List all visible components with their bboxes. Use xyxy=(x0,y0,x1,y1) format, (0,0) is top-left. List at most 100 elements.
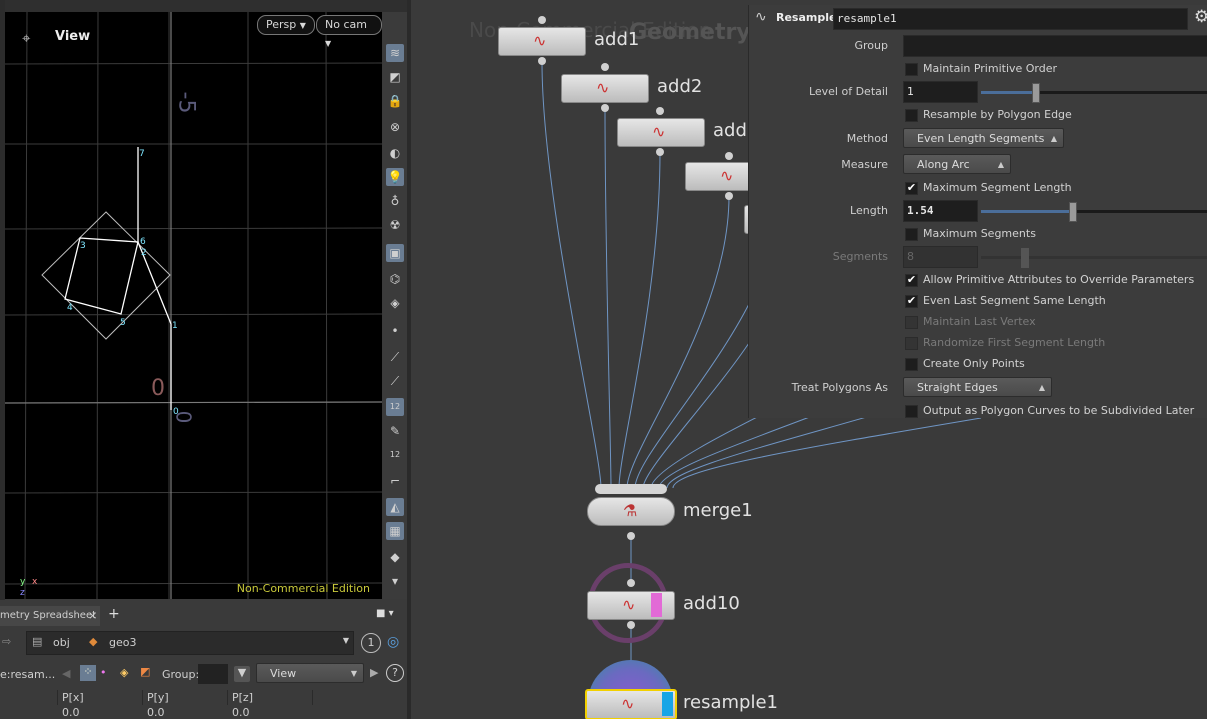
brush-icon[interactable]: ✎ xyxy=(386,422,404,440)
primitives-mode-icon[interactable]: ◈ xyxy=(120,666,128,679)
lod-slider-knob[interactable] xyxy=(1032,83,1040,103)
lod-slider[interactable] xyxy=(981,83,1207,103)
pin-badge[interactable]: 1 xyxy=(361,633,381,653)
length-field[interactable]: 1.54 xyxy=(903,200,978,222)
allow-prim-checkbox[interactable]: ✔ xyxy=(905,274,918,287)
group-field[interactable] xyxy=(903,35,1207,57)
corner-icon[interactable]: ⌐ xyxy=(386,472,404,490)
display-options-icon[interactable]: ≋ xyxy=(386,44,404,62)
lod-field[interactable]: 1 xyxy=(903,81,978,103)
play-icon[interactable]: ▶ xyxy=(370,666,378,679)
node-name-field[interactable]: resample1 xyxy=(833,8,1188,30)
node-output-dot[interactable] xyxy=(627,532,635,540)
length-slider[interactable] xyxy=(981,202,1207,222)
checker-icon[interactable]: ▦ xyxy=(386,522,404,540)
snapshot-icon[interactable]: ◩ xyxy=(386,68,404,86)
column-header[interactable]: P[x] xyxy=(58,690,143,705)
light-icon[interactable]: 💡 xyxy=(386,168,404,186)
scene-viewport[interactable]: ⌖ View Persp ▼ No cam ▼ -5 0 0 7 3 6 2 4… xyxy=(5,12,382,599)
node-input-dot[interactable] xyxy=(656,107,664,115)
length-slider-knob[interactable] xyxy=(1069,202,1077,222)
nav-arrow-icon[interactable]: ⇨ xyxy=(2,635,11,648)
vertices-mode-icon[interactable]: • xyxy=(100,666,107,679)
path-geo[interactable]: geo3 xyxy=(109,636,136,649)
texture-icon[interactable]: ▣ xyxy=(386,244,404,262)
node-merge1[interactable]: ⚗ xyxy=(587,497,675,526)
link-icon[interactable]: ◎ xyxy=(387,634,399,650)
persp-dropdown[interactable]: Persp ▼ xyxy=(257,15,315,35)
close-icon[interactable]: × xyxy=(88,609,97,622)
max-segments-checkbox[interactable] xyxy=(905,228,918,241)
node-label-add10[interactable]: add10 xyxy=(683,593,740,614)
node-output-dot[interactable] xyxy=(538,57,546,65)
prim-numbers-icon[interactable]: 12 xyxy=(386,446,404,464)
max-seg-len-checkbox[interactable]: ✔ xyxy=(905,182,918,195)
wireframe-icon[interactable]: ⌬ xyxy=(386,270,404,288)
lock-icon[interactable]: 🔒 xyxy=(386,92,404,110)
maintain-order-checkbox[interactable] xyxy=(905,63,918,76)
add-tab-button[interactable]: + xyxy=(108,606,120,622)
segments-slider-knob xyxy=(1021,248,1029,268)
column-header[interactable]: P[z] xyxy=(228,690,313,705)
detail-mode-icon[interactable]: ◩ xyxy=(140,665,150,678)
node-input-dot[interactable] xyxy=(725,152,733,160)
template-flag[interactable] xyxy=(651,593,662,617)
pane-menu-icon[interactable]: ■ ▾ xyxy=(376,608,394,619)
point-number: 2 xyxy=(141,248,147,258)
output-curves-checkbox[interactable] xyxy=(905,405,918,418)
bulb-icon[interactable]: ♁ xyxy=(386,192,404,210)
ghost-icon[interactable]: ⊗ xyxy=(386,118,404,136)
prev-arrow-icon[interactable]: ◀ xyxy=(62,667,70,680)
updown-arrow-icon: ▲ xyxy=(997,160,1004,169)
merge-input-bar[interactable] xyxy=(595,484,667,494)
create-points-checkbox[interactable] xyxy=(905,358,918,371)
backface-icon[interactable]: ◭ xyxy=(386,498,404,516)
treat-menu[interactable]: Straight Edges ▲ xyxy=(903,377,1052,397)
node-output-dot[interactable] xyxy=(656,148,664,156)
node-output-dot[interactable] xyxy=(627,621,635,629)
filter-icon[interactable]: ▼ xyxy=(234,666,250,682)
node-input-dot[interactable] xyxy=(601,63,609,71)
gear-icon[interactable]: ⚙ xyxy=(1194,7,1207,27)
node-resample1[interactable]: ∿ xyxy=(585,689,677,719)
prim-numbers-label: 12 xyxy=(389,450,401,459)
template-icon[interactable]: ◈ xyxy=(386,294,404,312)
path-obj[interactable]: obj xyxy=(53,636,70,649)
node-output-dot[interactable] xyxy=(601,104,609,112)
randomize-label: Randomize First Segment Length xyxy=(923,336,1106,349)
node-add3[interactable]: ∿ xyxy=(617,118,705,147)
camera-dropdown[interactable]: No cam ▼ xyxy=(316,15,382,48)
even-last-checkbox[interactable]: ✔ xyxy=(905,295,918,308)
shading-icon[interactable]: ◐ xyxy=(386,144,404,162)
diamond-icon[interactable]: ◆ xyxy=(386,548,404,566)
chevron-down-icon[interactable]: ▼ xyxy=(343,636,349,645)
node-input-dot[interactable] xyxy=(627,579,635,587)
display-flag[interactable] xyxy=(662,692,673,716)
method-menu[interactable]: Even Length Segments ▲ xyxy=(903,128,1064,148)
node-type-label: Resample xyxy=(776,11,837,24)
vector-display-icon[interactable]: ⟋ xyxy=(386,372,404,390)
normal-display-icon[interactable]: ⟋ xyxy=(386,348,404,366)
node-add10[interactable]: ∿ xyxy=(587,591,675,620)
node-label-add1[interactable]: add1 xyxy=(594,29,639,50)
more-icon[interactable]: ▾ xyxy=(386,572,404,590)
node-label-merge1[interactable]: merge1 xyxy=(683,500,753,521)
help-button[interactable]: ? xyxy=(386,664,404,682)
point-numbers-icon[interactable]: 12 xyxy=(386,398,404,416)
points-mode-icon[interactable]: ⁘ xyxy=(80,665,96,681)
resample-edge-checkbox[interactable] xyxy=(905,109,918,122)
point-display-icon[interactable]: • xyxy=(386,322,404,340)
node-add1[interactable]: ∿ xyxy=(498,27,586,56)
spreadsheet-tab[interactable]: metry Spreadsheet × xyxy=(0,606,100,626)
node-input-dot[interactable] xyxy=(538,16,546,24)
column-header[interactable]: P[y] xyxy=(143,690,228,705)
view-menu[interactable]: View ▼ xyxy=(256,663,364,683)
node-add2[interactable]: ∿ xyxy=(561,74,649,103)
group-filter-field[interactable] xyxy=(198,664,228,684)
path-bar[interactable]: ▤ obj ◆ geo3 ▼ xyxy=(26,631,354,655)
node-label-resample1[interactable]: resample1 xyxy=(683,692,778,713)
node-output-dot[interactable] xyxy=(725,192,733,200)
headlight-icon[interactable]: ☢ xyxy=(386,216,404,234)
node-label-add2[interactable]: add2 xyxy=(657,76,702,97)
measure-menu[interactable]: Along Arc ▲ xyxy=(903,154,1011,174)
